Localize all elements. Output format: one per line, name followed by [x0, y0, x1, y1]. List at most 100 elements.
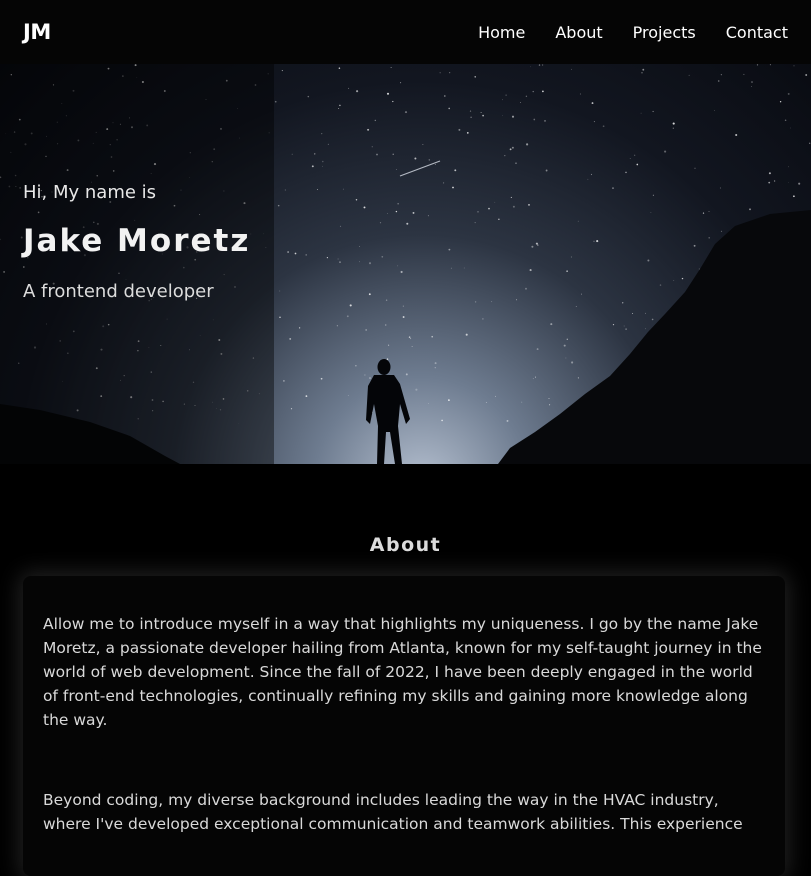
star: [346, 315, 349, 318]
star: [634, 154, 636, 156]
star: [768, 181, 771, 184]
star: [474, 301, 477, 303]
star: [521, 401, 523, 403]
star: [788, 181, 789, 183]
star: [571, 361, 574, 364]
star: [369, 377, 371, 379]
star: [625, 328, 627, 330]
star: [550, 323, 553, 326]
star: [414, 157, 417, 160]
star: [469, 110, 472, 112]
site-logo[interactable]: JM: [23, 20, 51, 44]
star: [386, 92, 390, 95]
star: [402, 316, 405, 318]
star: [511, 146, 514, 149]
star: [415, 388, 418, 391]
about-section: About Allow me to introduce myself in a …: [0, 464, 811, 876]
about-heading: About: [369, 534, 442, 556]
star: [719, 187, 721, 189]
star: [458, 128, 461, 131]
star: [277, 204, 280, 207]
star: [347, 394, 349, 396]
hero-section: Hi, My name is Jake Moretz A frontend de…: [0, 64, 811, 464]
star: [385, 324, 387, 326]
star: [548, 398, 550, 400]
star: [502, 99, 503, 101]
star: [348, 87, 350, 89]
star: [305, 254, 307, 256]
star: [590, 173, 593, 176]
star: [520, 102, 521, 103]
star: [790, 127, 791, 129]
star: [641, 72, 643, 74]
star: [405, 373, 408, 376]
star: [544, 120, 546, 122]
star: [392, 153, 394, 155]
star: [566, 270, 568, 272]
star: [545, 169, 548, 172]
star: [387, 212, 389, 214]
star: [397, 265, 399, 267]
star: [320, 377, 323, 380]
star: [773, 180, 776, 182]
star: [612, 187, 614, 189]
star: [434, 362, 437, 365]
star: [788, 166, 789, 168]
star: [485, 402, 487, 403]
nav-link-contact[interactable]: Contact: [726, 23, 788, 42]
star: [491, 301, 493, 303]
star: [411, 346, 413, 347]
star: [400, 270, 403, 274]
star: [448, 248, 451, 251]
star: [338, 67, 341, 69]
star: [316, 188, 319, 191]
star: [749, 208, 751, 211]
nav-links: Home About Projects Contact: [478, 23, 788, 42]
about-paragraph: Allow me to introduce myself in a way th…: [43, 615, 762, 729]
star: [431, 335, 434, 338]
star: [466, 132, 469, 134]
hero-role: A frontend developer: [23, 281, 214, 302]
star: [428, 159, 430, 161]
star: [311, 165, 314, 168]
star: [356, 90, 359, 93]
star: [622, 302, 624, 304]
star: [509, 148, 512, 151]
star: [349, 304, 352, 307]
star: [530, 66, 532, 68]
star: [769, 64, 771, 66]
about-card: Allow me to introduce myself in a way th…: [23, 576, 785, 876]
star: [532, 90, 534, 93]
star: [650, 212, 652, 213]
right-mountain-silhouette: [498, 210, 811, 464]
star: [563, 344, 566, 347]
star: [743, 73, 745, 75]
star: [291, 153, 293, 155]
star: [336, 325, 339, 327]
star: [587, 178, 589, 180]
nav-link-projects[interactable]: Projects: [633, 23, 696, 42]
star: [708, 211, 710, 212]
star: [570, 256, 572, 258]
star: [422, 144, 424, 145]
star: [289, 337, 292, 340]
nav-link-home[interactable]: Home: [478, 23, 525, 42]
star: [474, 222, 476, 224]
star: [647, 259, 650, 262]
star: [688, 74, 690, 76]
star: [532, 378, 534, 380]
star: [443, 182, 445, 184]
star: [525, 287, 527, 290]
star: [427, 215, 429, 217]
star: [294, 252, 297, 255]
star: [577, 377, 579, 379]
star: [602, 125, 605, 128]
star: [575, 306, 577, 307]
star: [381, 255, 384, 258]
star: [482, 318, 484, 320]
star: [652, 110, 654, 113]
nav-link-about[interactable]: About: [555, 23, 602, 42]
star: [474, 76, 476, 78]
star: [477, 211, 479, 213]
star: [408, 336, 411, 338]
